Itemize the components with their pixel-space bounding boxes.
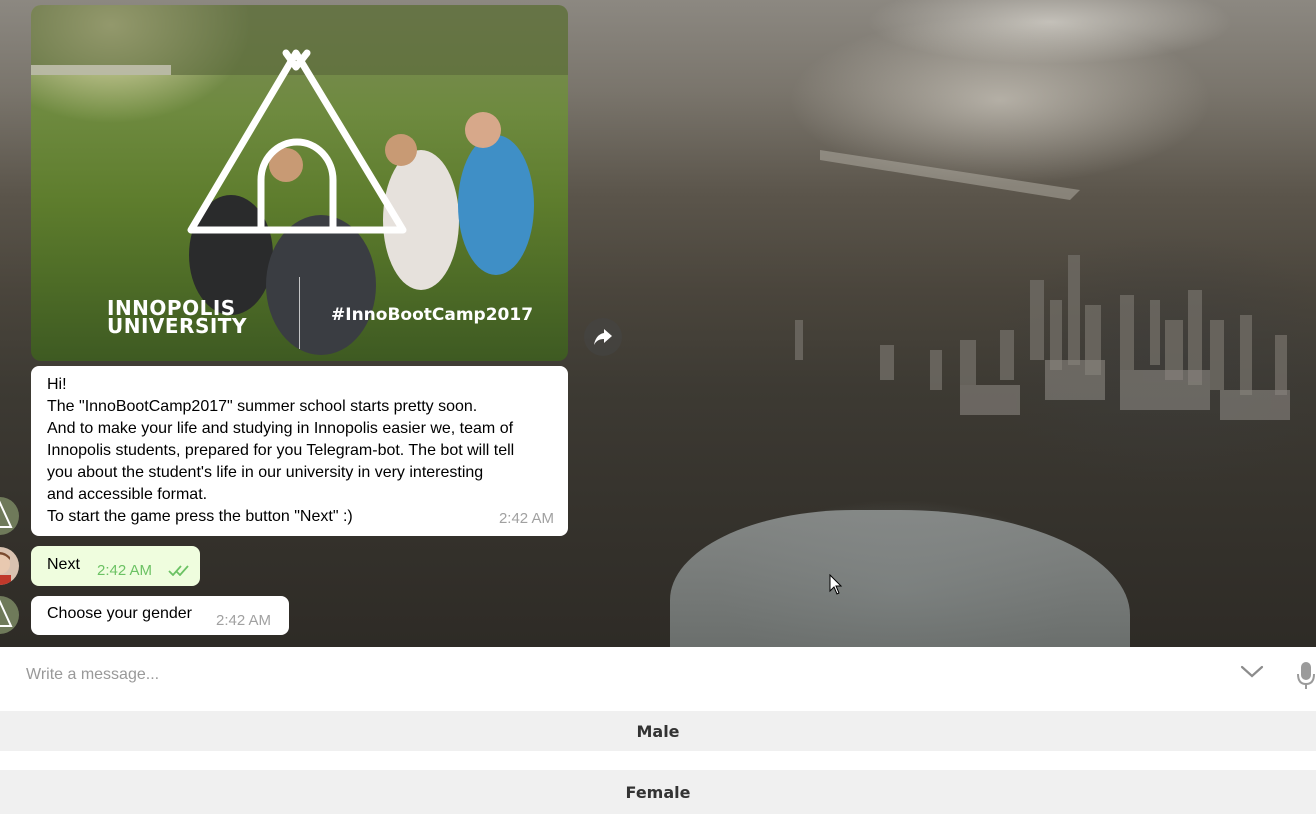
message-composer <box>0 647 1316 704</box>
message-input[interactable] <box>26 661 1126 689</box>
logo-divider <box>299 277 300 349</box>
female-button[interactable]: Female <box>0 770 1316 814</box>
innopolis-logo: INNOPOLIS UNIVERSITY <box>107 298 247 338</box>
message-line: The "InnoBootCamp2017" summer school sta… <box>47 398 478 415</box>
message-time: 2:42 AM <box>97 562 153 579</box>
message-line: To start the game press the button "Next… <box>47 508 353 525</box>
message-text: Next <box>47 556 80 573</box>
message-line: and accessible format. <box>47 486 208 503</box>
message-line: you about the student's life in our univ… <box>47 464 484 481</box>
bot-intro-message: Hi! The "InnoBootCamp2017" summer school… <box>31 366 568 536</box>
message-text: Choose your gender <box>47 605 192 622</box>
chevron-down-icon[interactable] <box>1240 665 1264 679</box>
message-time: 2:42 AM <box>498 510 554 527</box>
male-button[interactable]: Male <box>0 711 1316 751</box>
mouse-cursor-icon <box>829 574 843 595</box>
double-check-icon <box>168 565 189 576</box>
microphone-icon[interactable] <box>1296 661 1316 691</box>
forward-icon <box>594 329 612 345</box>
message-time: 2:42 AM <box>216 612 272 629</box>
reply-keyboard: Male Female <box>0 704 1316 814</box>
photo-message[interactable]: INNOPOLIS UNIVERSITY #InnoBootCamp2017 <box>31 5 568 361</box>
logo-line-2: UNIVERSITY <box>107 314 247 338</box>
forward-button[interactable] <box>584 318 622 356</box>
attach-icon[interactable] <box>0 665 4 685</box>
user-next-message: Next 2:42 AM <box>31 546 200 586</box>
bot-gender-message: Choose your gender 2:42 AM <box>31 596 289 635</box>
message-line: And to make your life and studying in In… <box>47 420 514 437</box>
message-line: Innopolis students, prepared for you Tel… <box>47 442 515 459</box>
message-line: Hi! <box>47 376 67 393</box>
photo-hashtag: #InnoBootCamp2017 <box>331 305 534 325</box>
